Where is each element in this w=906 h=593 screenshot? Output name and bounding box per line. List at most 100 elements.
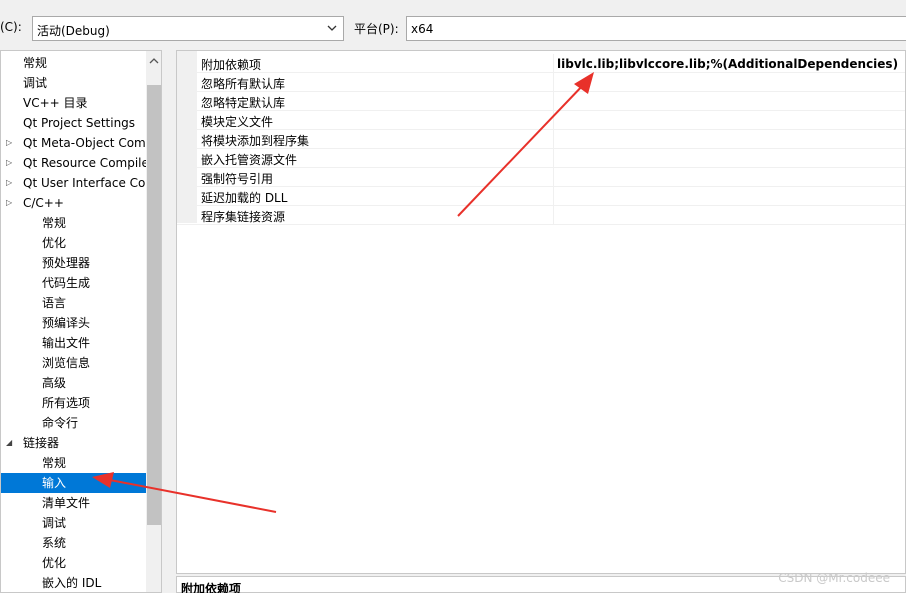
tree-item[interactable]: ▷ Qt Resource Compile [1,153,146,173]
platform-label: 平台(P): [354,22,399,36]
tree-item-label: 优化 [42,556,67,570]
property-tree: 常规 调试 VC++ 目录 Qt Project Settings ▷ Qt Meta-O… [0,50,162,593]
tree-item-label: 浏览信息 [42,356,91,370]
tree-item-label: Qt Resource Compile [23,156,146,170]
property-name: 嵌入托管资源文件 [201,153,298,167]
property-name: 延迟加载的 DLL [201,191,288,205]
tree-item-label: 系统 [42,536,67,550]
property-row[interactable]: 模块定义文件 [177,111,905,130]
description-title: 附加依赖项 [181,582,242,593]
tree-item[interactable]: 输入 [1,473,146,493]
tree-item-label: 输出文件 [42,336,91,350]
tree-item-label: Qt Project Settings [23,116,136,130]
tree-item[interactable]: 所有选项 [1,393,146,413]
tree-item[interactable]: 语言 [1,293,146,313]
property-row[interactable]: 强制符号引用 [177,168,905,187]
tree-item-label: 常规 [42,216,67,230]
tree-item-label: 代码生成 [42,276,91,290]
property-row[interactable]: 忽略所有默认库 [177,73,905,92]
tree-item-label: 所有选项 [42,396,91,410]
property-row[interactable]: 将模块添加到程序集 [177,130,905,149]
chevron-up-icon[interactable] [149,57,159,65]
tree-item-label: 清单文件 [42,496,91,510]
tree-item-label: 预编译头 [42,316,91,330]
property-name: 模块定义文件 [201,115,274,129]
tree-item[interactable]: 常规 [1,213,146,233]
tree-item-label: C/C++ [23,196,64,210]
tree-item-label: 常规 [42,456,67,470]
tree-item[interactable]: 优化 [1,553,146,573]
tree-item[interactable]: 优化 [1,233,146,253]
tree-item[interactable]: 浏览信息 [1,353,146,373]
tree-item[interactable]: 高级 [1,373,146,393]
tree-item[interactable]: 常规 [1,53,146,73]
property-name: 强制符号引用 [201,172,274,186]
caret-right-icon[interactable]: ▷ [6,133,16,153]
scroll-thumb[interactable] [147,85,161,525]
tree-item[interactable]: 预编译头 [1,313,146,333]
column-divider [553,130,554,149]
property-name: 忽略特定默认库 [201,96,286,110]
column-divider [553,168,554,187]
tree-item[interactable]: ▷ C/C++ [1,193,146,213]
tree-item-label: 调试 [23,76,48,90]
property-row[interactable]: 忽略特定默认库 [177,92,905,111]
tree-item[interactable]: 代码生成 [1,273,146,293]
watermark: CSDN @Mr.codeee [778,571,890,585]
column-divider [553,92,554,111]
tree-item[interactable]: 调试 [1,73,146,93]
tree-item[interactable]: 系统 [1,533,146,553]
chevron-down-icon [327,25,337,31]
tree-item-label: 链接器 [23,436,60,450]
tree-item-label: 语言 [42,296,67,310]
caret-right-icon[interactable]: ▷ [6,173,16,193]
caret-right-icon[interactable]: ▷ [6,153,16,173]
tree-item[interactable]: ▷ Qt User Interface Co [1,173,146,193]
column-divider [553,187,554,206]
tree-item[interactable]: Qt Project Settings [1,113,146,133]
caret-expanded-icon[interactable]: ◢ [6,433,16,453]
platform-value: x64 [411,22,434,36]
property-name: 附加依赖项 [201,58,262,72]
column-divider [553,149,554,168]
property-row[interactable]: 延迟加载的 DLL [177,187,905,206]
tree-item-label: 输入 [42,476,67,490]
property-name: 忽略所有默认库 [201,77,286,91]
tree-item-label: Qt Meta-Object Com [23,136,146,150]
platform-dropdown[interactable]: x64 [406,16,906,41]
tree-item-label: VC++ 目录 [23,96,88,110]
tree-item[interactable]: 输出文件 [1,333,146,353]
configuration-value: 活动(Debug) [37,24,110,38]
property-row[interactable]: 程序集链接资源 [177,206,905,225]
configuration-label: (C): [0,20,22,34]
column-divider [553,73,554,92]
tree-item[interactable]: ▷ Qt Meta-Object Com [1,133,146,153]
tree-item-label: 优化 [42,236,67,250]
caret-right-icon[interactable]: ▷ [6,193,16,213]
configuration-dropdown[interactable]: 活动(Debug) [32,16,344,41]
tree-item-label: 高级 [42,376,67,390]
column-divider [553,206,554,225]
tree-item[interactable]: 调试 [1,513,146,533]
tree-item[interactable]: 嵌入的 IDL [1,573,146,592]
tree-item[interactable]: 命令行 [1,413,146,433]
property-row[interactable]: 附加依赖项 libvlc.lib;libvlccore.lib;%(Additio… [177,54,905,73]
property-grid: 附加依赖项 libvlc.lib;libvlccore.lib;%(Additio… [176,50,906,574]
column-divider [553,111,554,130]
property-value[interactable]: libvlc.lib;libvlccore.lib;%(AdditionalDe… [557,57,898,71]
tree-item-label: Qt User Interface Co [23,176,146,190]
tree-item[interactable]: ◢ 链接器 [1,433,146,453]
tree-item[interactable]: VC++ 目录 [1,93,146,113]
tree-item-label: 预处理器 [42,256,91,270]
tree-item-label: 调试 [42,516,67,530]
tree-scrollbar[interactable] [146,51,161,592]
property-name: 将模块添加到程序集 [201,134,310,148]
tree-item[interactable]: 预处理器 [1,253,146,273]
property-row[interactable]: 嵌入托管资源文件 [177,149,905,168]
tree-item-label: 命令行 [42,416,79,430]
tree-item-label: 常规 [23,56,48,70]
tree-item[interactable]: 清单文件 [1,493,146,513]
tree-item[interactable]: 常规 [1,453,146,473]
column-divider [553,54,554,73]
tree-item-label: 嵌入的 IDL [42,576,102,590]
